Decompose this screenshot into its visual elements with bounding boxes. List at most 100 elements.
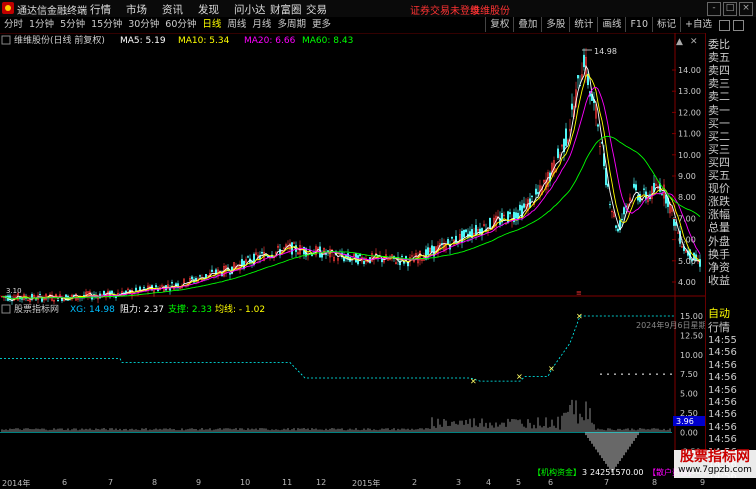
date-note: 2024年9月6日星期: [636, 320, 705, 330]
menu-bar: 通达信金融终端 行情 市场 资讯 发现 问小达 财富圈 交易 证券交易未登录 维维股份 - …: [0, 0, 756, 18]
trade-time: 14:56: [708, 384, 737, 396]
indicator-lines: ✕ ✕ ✕ ✕: [0, 312, 675, 386]
x-axis-tick: 6: [548, 478, 554, 487]
signal-marker: ✕: [576, 312, 583, 321]
price-tick: 12.00: [678, 108, 701, 117]
menu-item[interactable]: 交易: [306, 2, 342, 17]
ma60-label: MA60: 8.43: [302, 36, 353, 46]
x-axis-tick: 11: [282, 478, 293, 487]
panel-tab[interactable]: 行情: [708, 319, 730, 335]
x-axis-tick: 3: [456, 478, 462, 487]
x-axis-tick: 12: [316, 478, 327, 487]
menu-item[interactable]: 问小达: [234, 2, 270, 17]
tool-button[interactable]: 多股: [541, 17, 569, 32]
support-label: 支撑: 2.33: [168, 303, 212, 315]
menu-item[interactable]: 发现: [198, 2, 234, 17]
tool-button[interactable]: +自选: [680, 17, 716, 32]
x-axis-tick: 2: [412, 478, 418, 487]
price-tick: 5.00: [678, 257, 696, 266]
x-axis-tick: 7: [108, 478, 114, 487]
minimize-icon[interactable]: -: [707, 2, 721, 16]
average-label: 均线: - 1.02: [215, 303, 265, 315]
signal-marker: ✕: [548, 365, 555, 374]
period-tab[interactable]: 15分钟: [89, 18, 124, 32]
window-icon[interactable]: [733, 20, 744, 31]
collapse-icon[interactable]: [1, 35, 11, 45]
period-tab[interactable]: 分时: [2, 18, 25, 32]
institution-fund-label: 【机构资金】: [533, 467, 581, 477]
period-tab[interactable]: 月线: [250, 18, 273, 32]
tool-button[interactable]: 统计: [569, 17, 597, 32]
price-tick: 6.00: [678, 236, 696, 245]
price-tick: 14.00: [678, 66, 701, 75]
current-value: 3.96: [676, 417, 694, 426]
price-tick: 7.00: [678, 214, 696, 223]
stock-name-title: 维维股份: [470, 6, 510, 17]
menu-item[interactable]: 财富圈: [270, 2, 306, 17]
marker-icon: ≡: [576, 289, 582, 297]
menu-item[interactable]: 行情: [90, 2, 126, 17]
indicator-title: 股票指标网: [14, 303, 59, 315]
tool-button[interactable]: F10: [625, 17, 652, 32]
ma20-label: MA20: 6.66: [244, 36, 296, 46]
period-tab[interactable]: 更多: [310, 18, 333, 32]
x-axis-tick: 4: [486, 478, 492, 487]
layout-icon[interactable]: [719, 20, 730, 31]
indicator-collapse-icon[interactable]: [1, 304, 11, 314]
trade-time: 14:56: [708, 397, 737, 408]
indicator-tick: 7.50: [680, 370, 698, 379]
ma-lines: [1, 64, 701, 302]
period-toolbar: 分时 1分钟 5分钟 15分钟 30分钟 60分钟 日线 周线 月线 多周期 更多 复权 叠加 多股 统计…: [0, 17, 756, 34]
x-axis-tick: 5: [516, 478, 522, 487]
kline-chart[interactable]: 维维股份(日线 前复权) MA5: 5.19 MA10: 5.34 MA20: …: [0, 33, 705, 478]
tool-button[interactable]: 叠加: [513, 17, 541, 32]
period-tab[interactable]: 5分钟: [58, 18, 87, 32]
x-axis-tick: 9: [700, 478, 706, 487]
indicator-tick: 0.00: [680, 428, 698, 437]
tool-button[interactable]: 画线: [597, 17, 625, 32]
price-tick: 8.00: [678, 193, 696, 202]
menu-item[interactable]: 市场: [126, 2, 162, 17]
x-axis-tick: 2015年: [352, 479, 381, 488]
period-tab[interactable]: 多周期: [275, 18, 308, 32]
resistance-label: 阻力: 2.37: [120, 303, 164, 315]
close-icon[interactable]: ×: [739, 2, 753, 16]
tool-button[interactable]: 复权: [485, 17, 513, 32]
x-axis-tick: 6: [62, 478, 68, 487]
menu-item[interactable]: 资讯: [162, 2, 198, 17]
trade-time: 14:56: [708, 347, 737, 359]
ma10-label: MA10: 5.34: [178, 36, 230, 46]
chart-title: 维维股份(日线 前复权): [14, 34, 105, 46]
trade-time: 14:56: [708, 372, 737, 384]
chart-arrow-up-icon[interactable]: ▲: [676, 37, 683, 47]
period-tab[interactable]: 日线: [200, 18, 223, 32]
tool-button[interactable]: 标记: [652, 17, 680, 32]
price-tick: 9.00: [678, 172, 696, 181]
x-axis-tick: 8: [652, 478, 658, 487]
period-tab[interactable]: 60分钟: [163, 18, 198, 32]
chart-settings-icon[interactable]: ✕: [690, 37, 698, 47]
maximize-icon[interactable]: □: [723, 2, 737, 16]
period-tab[interactable]: 30分钟: [126, 18, 161, 32]
trade-time: 14:55: [708, 335, 737, 346]
candlesticks: [1, 47, 702, 305]
indicator-tick: 12.50: [680, 331, 703, 340]
xg-label: XG: 14.98: [70, 305, 115, 315]
price-tick: 11.00: [678, 130, 701, 139]
price-tick: 4.00: [678, 278, 696, 287]
ma5-label: MA5: 5.19: [120, 36, 166, 46]
main-menu: 行情 市场 资讯 发现 问小达 财富圈 交易: [90, 2, 342, 17]
signal-marker: ✕: [470, 377, 477, 386]
quote-field-label: 收益: [708, 273, 730, 287]
period-tab[interactable]: 周线: [225, 18, 248, 32]
indicator-tick: 5.00: [680, 390, 698, 399]
period-tabs: 分时 1分钟 5分钟 15分钟 30分钟 60分钟 日线 周线 月线 多周期 更多: [2, 18, 335, 32]
period-tab[interactable]: 1分钟: [27, 18, 56, 32]
trade-time: 14:56: [708, 434, 737, 446]
indicator-bars: [0, 399, 672, 473]
chart-tools: 复权 叠加 多股 统计 画线 F10 标记 +自选: [485, 17, 716, 32]
institution-fund-value: 24251570.00: [590, 468, 643, 477]
watermark: 股票指标网 www.7gpzb.com: [674, 450, 756, 478]
watermark-url: www.7gpzb.com: [678, 465, 752, 475]
x-axis-tick: 9: [196, 478, 202, 487]
